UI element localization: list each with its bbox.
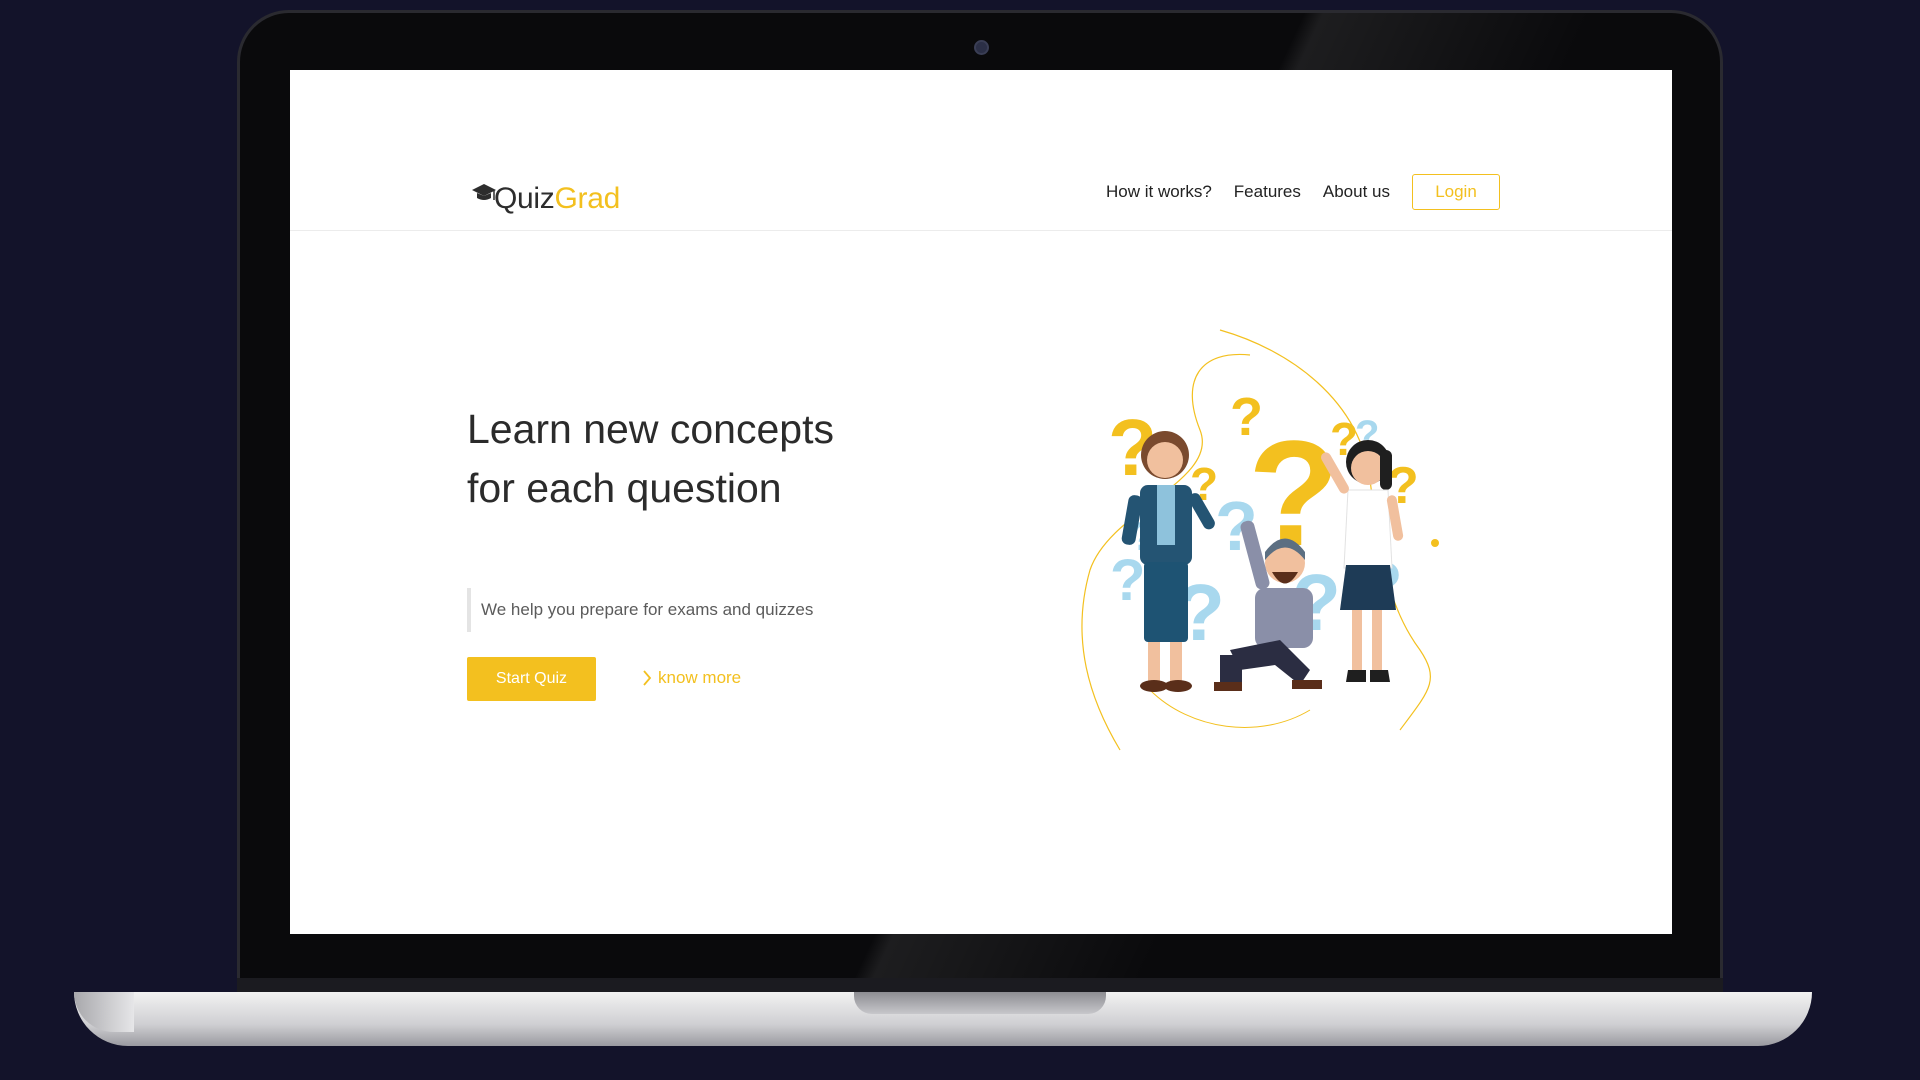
hero-subtitle: We help you prepare for exams and quizze… [467,588,813,632]
laptop-notch [854,992,1106,1014]
graduation-cap-icon [472,184,496,200]
start-quiz-button[interactable]: Start Quiz [467,657,596,701]
webcam [974,40,989,55]
nav-how-it-works[interactable]: How it works? [1106,182,1212,202]
quizgrad-logo[interactable]: Quiz Grad [470,176,620,216]
laptop-hinge [237,978,1723,992]
nav-features[interactable]: Features [1234,182,1301,202]
navbar: Quiz Grad How it works? Features About us… [290,70,1672,231]
know-more-link[interactable]: know more [642,668,741,688]
hero-title: Learn new concepts for each question [467,406,834,511]
nav-about-us[interactable]: About us [1323,182,1390,202]
login-button[interactable]: Login [1412,174,1500,210]
hero-illustration: ? ? ? ? ? ? ? ? ? ? ? ? ? [1081,329,1439,751]
know-more-label: know more [658,668,742,687]
chevron-right-icon [643,670,652,686]
logo-text-grad: Grad [554,182,621,215]
nav-menu: How it works? Features About us Login [1084,174,1500,210]
logo-text-quiz: Quiz [494,182,555,215]
browser-viewport: Quiz Grad How it works? Features About us… [290,70,1672,934]
